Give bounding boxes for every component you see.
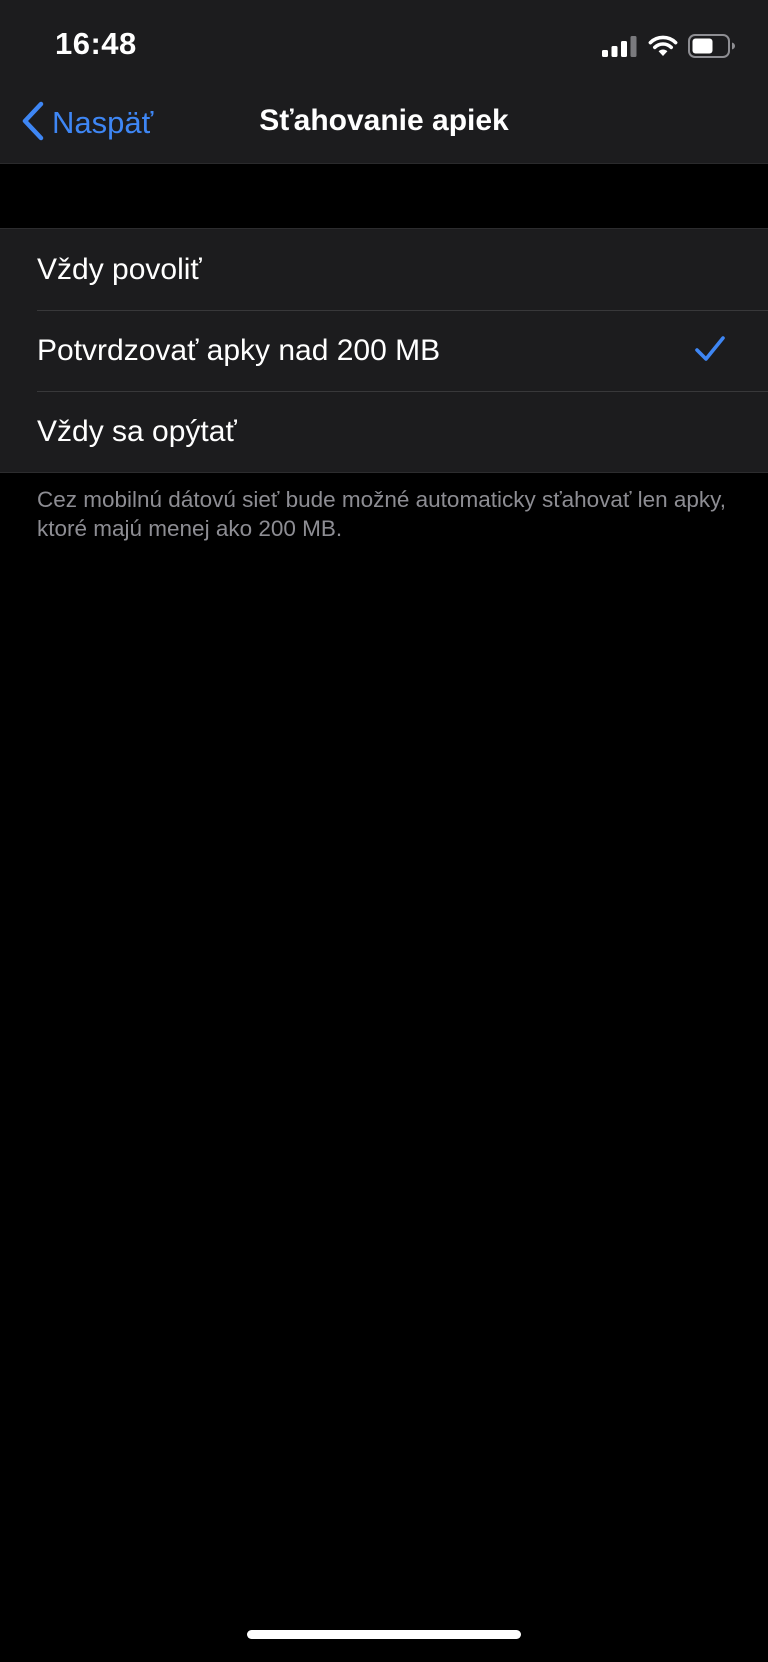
status-time: 16:48	[55, 26, 137, 61]
footer-note: Cez mobilnú dátovú sieť bude možné autom…	[37, 487, 727, 541]
status-icons	[602, 33, 736, 59]
option-always-allow[interactable]: Vždy povoliť	[0, 229, 768, 310]
top-bar: 16:48 Naspäť Sťahovanie apiek	[0, 0, 768, 164]
page-title: Sťahovanie apiek	[259, 104, 509, 137]
cellular-signal-icon	[602, 35, 638, 57]
download-options-list: Vždy povoliť Potvrdzovať apky nad 200 MB…	[0, 228, 768, 473]
home-indicator[interactable]	[247, 1630, 521, 1639]
battery-icon	[688, 34, 736, 58]
checkmark-icon	[694, 335, 726, 368]
option-label: Vždy sa opýtať	[37, 415, 237, 448]
option-confirm-over-200mb[interactable]: Potvrdzovať apky nad 200 MB	[0, 310, 768, 391]
option-label: Potvrdzovať apky nad 200 MB	[37, 334, 441, 367]
option-always-ask[interactable]: Vždy sa opýtať	[0, 391, 768, 472]
option-label: Vždy povoliť	[37, 253, 202, 286]
wifi-icon	[648, 35, 678, 57]
